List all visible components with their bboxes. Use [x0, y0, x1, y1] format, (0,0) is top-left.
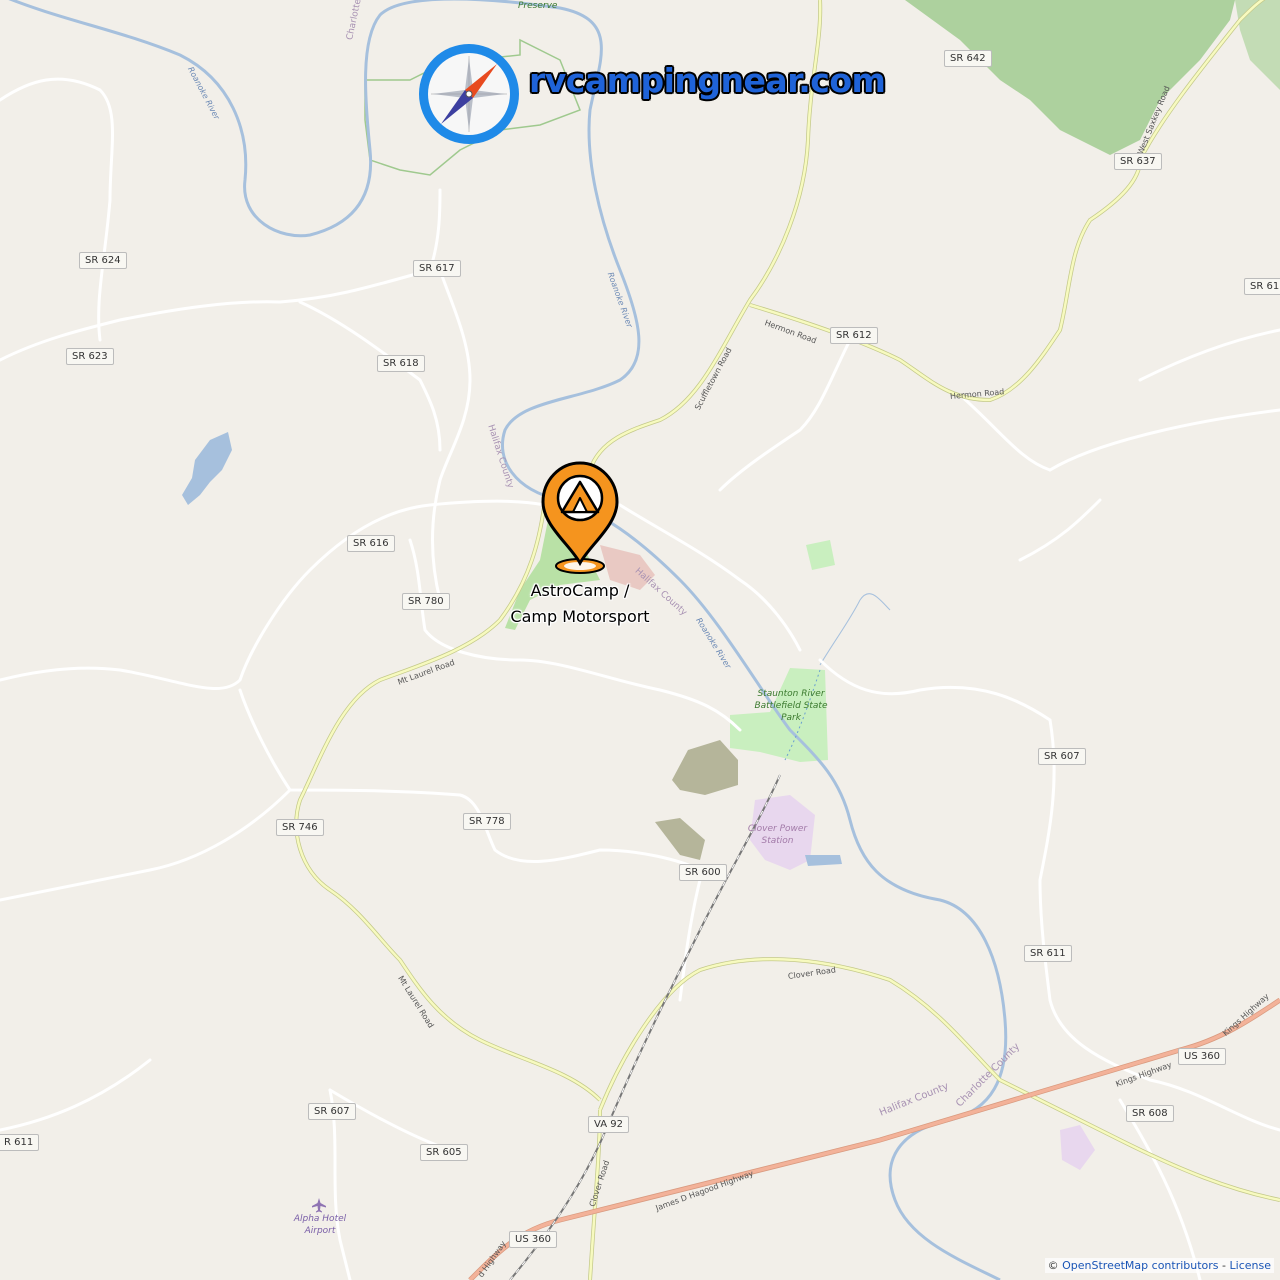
shield-sr-608: SR 608 [1126, 1105, 1174, 1122]
industrial-south [1060, 1125, 1095, 1170]
osm-attribution-link[interactable]: OpenStreetMap contributors [1062, 1259, 1218, 1272]
shield-sr-607-east: SR 607 [1038, 748, 1086, 765]
shield-sr-600: SR 600 [679, 864, 727, 881]
shield-sr-616: SR 616 [347, 535, 395, 552]
attribution-separator: - [1222, 1259, 1227, 1272]
shield-sr-617: SR 617 [413, 260, 461, 277]
shield-sr-624: SR 624 [79, 252, 127, 269]
shield-us-360-east: US 360 [1178, 1048, 1226, 1065]
shield-sr-637: SR 637 [1114, 153, 1162, 170]
staunton-park-label: Staunton River Battlefield State Park [754, 689, 828, 723]
shield-sr-780: SR 780 [402, 593, 450, 610]
airport-icon [312, 1198, 326, 1213]
shield-sr-623: SR 623 [66, 348, 114, 365]
secondary-roads [294, 0, 1280, 1280]
quarry-area-1 [672, 740, 738, 795]
creek [819, 593, 891, 666]
map-attribution: © OpenStreetMap contributors - License [1044, 1258, 1274, 1273]
preserve-label: Preserve [518, 1, 558, 11]
quarry-area-2 [655, 818, 705, 860]
shield-sr-642: SR 642 [944, 50, 992, 67]
clover-power-station-label: Clover Power Station [747, 824, 808, 846]
forest-area-east [1235, 0, 1280, 90]
small-park [806, 540, 835, 570]
compass-icon [419, 44, 519, 144]
map-base-layer [0, 0, 1280, 1280]
forest-area [905, 0, 1235, 155]
camp-tent-marker-icon[interactable] [540, 460, 620, 580]
shield-sr-618: SR 618 [377, 355, 425, 372]
lake [182, 432, 232, 505]
shield-va-92: VA 92 [588, 1116, 629, 1133]
pond-1 [805, 855, 842, 866]
roanoke-river [8, 0, 1008, 1280]
shield-sr-611-west: R 611 [0, 1134, 40, 1151]
minor-roads [0, 77, 1280, 1280]
attribution-prefix: © [1047, 1259, 1059, 1272]
shield-sr-746: SR 746 [276, 819, 324, 836]
shield-sr-607-west: SR 607 [308, 1103, 356, 1120]
shield-sr-605: SR 605 [420, 1144, 468, 1161]
shield-us-360-south: US 360 [509, 1231, 557, 1248]
license-link[interactable]: License [1230, 1259, 1271, 1272]
shield-sr-611-east: SR 611 [1024, 945, 1072, 962]
shield-sr-612: SR 612 [830, 327, 878, 344]
logo-text: rvcampingnear.com [529, 60, 886, 100]
alpha-hotel-airport-label: Alpha Hotel Airport [293, 1214, 347, 1236]
shield-sr-613: SR 613 [1244, 278, 1280, 295]
map-canvas[interactable]: Preserve Staunton River Battlefield Stat… [0, 0, 1280, 1280]
marker-label[interactable]: AstroCamp / Camp Motorsport [510, 578, 650, 630]
site-logo[interactable]: rvcampingnear.com [415, 40, 886, 148]
shield-sr-778: SR 778 [463, 813, 511, 830]
